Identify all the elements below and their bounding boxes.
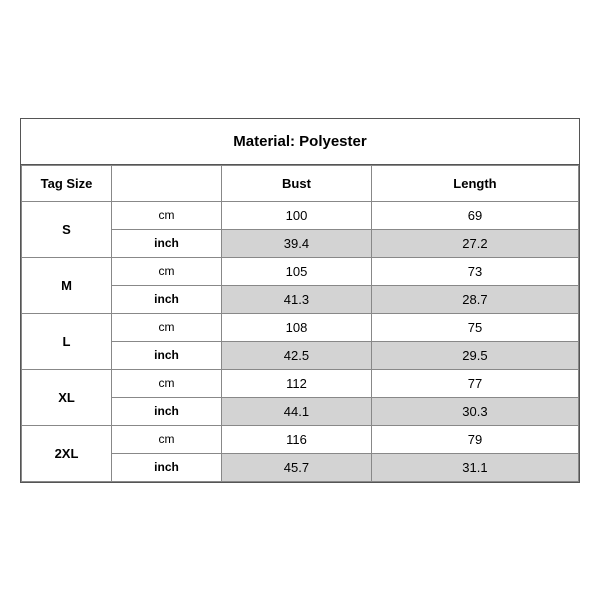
- col-header-empty: [112, 165, 222, 201]
- table-row: 2XL cm 116 79: [22, 425, 579, 453]
- length-cm: 79: [371, 425, 578, 453]
- bust-inch: 41.3: [222, 285, 372, 313]
- size-label: L: [22, 313, 112, 369]
- length-cm: 77: [371, 369, 578, 397]
- unit-inch: inch: [112, 229, 222, 257]
- bust-inch: 45.7: [222, 453, 372, 481]
- length-inch: 27.2: [371, 229, 578, 257]
- length-cm: 75: [371, 313, 578, 341]
- unit-cm: cm: [112, 257, 222, 285]
- size-table: Tag Size Bust Length S cm 100 69 inch 39…: [21, 165, 579, 482]
- size-label: XL: [22, 369, 112, 425]
- length-inch: 29.5: [371, 341, 578, 369]
- size-label: S: [22, 201, 112, 257]
- bust-cm: 112: [222, 369, 372, 397]
- unit-inch: inch: [112, 453, 222, 481]
- bust-cm: 108: [222, 313, 372, 341]
- col-header-length: Length: [371, 165, 578, 201]
- bust-inch: 44.1: [222, 397, 372, 425]
- unit-inch: inch: [112, 341, 222, 369]
- size-label: 2XL: [22, 425, 112, 481]
- length-inch: 28.7: [371, 285, 578, 313]
- length-inch: 30.3: [371, 397, 578, 425]
- table-row: S cm 100 69: [22, 201, 579, 229]
- length-inch: 31.1: [371, 453, 578, 481]
- unit-inch: inch: [112, 397, 222, 425]
- table-row: L cm 108 75: [22, 313, 579, 341]
- length-cm: 69: [371, 201, 578, 229]
- bust-inch: 42.5: [222, 341, 372, 369]
- bust-cm: 100: [222, 201, 372, 229]
- bust-cm: 116: [222, 425, 372, 453]
- table-row: XL cm 112 77: [22, 369, 579, 397]
- col-header-bust: Bust: [222, 165, 372, 201]
- bust-cm: 105: [222, 257, 372, 285]
- size-label: M: [22, 257, 112, 313]
- unit-inch: inch: [112, 285, 222, 313]
- unit-cm: cm: [112, 313, 222, 341]
- col-header-tag-size: Tag Size: [22, 165, 112, 201]
- size-chart-container: Material: Polyester Tag Size Bust Length…: [20, 118, 580, 483]
- table-row: M cm 105 73: [22, 257, 579, 285]
- length-cm: 73: [371, 257, 578, 285]
- bust-inch: 39.4: [222, 229, 372, 257]
- unit-cm: cm: [112, 369, 222, 397]
- unit-cm: cm: [112, 201, 222, 229]
- unit-cm: cm: [112, 425, 222, 453]
- chart-title: Material: Polyester: [21, 119, 579, 165]
